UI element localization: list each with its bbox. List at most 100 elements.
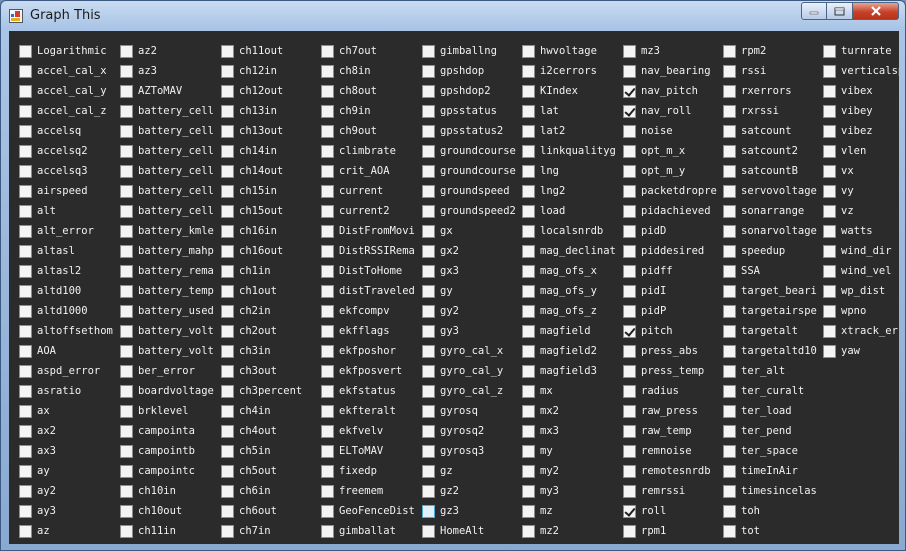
checkbox[interactable] — [823, 124, 836, 138]
field-checkbox-item[interactable]: pidff — [623, 261, 723, 281]
checkbox[interactable] — [120, 144, 133, 158]
field-checkbox-item[interactable]: verticalspe — [823, 61, 899, 81]
field-checkbox-item[interactable]: campointc — [120, 461, 220, 481]
field-checkbox-item[interactable]: battery_kmle — [120, 221, 220, 241]
checkbox[interactable] — [321, 484, 334, 498]
checkbox[interactable] — [623, 324, 636, 338]
field-checkbox-item[interactable]: az2 — [120, 41, 220, 61]
checkbox[interactable] — [522, 364, 535, 378]
field-checkbox-item[interactable]: gx2 — [422, 241, 522, 261]
field-checkbox-item[interactable]: ax3 — [19, 441, 119, 461]
checkbox[interactable] — [522, 404, 535, 418]
checkbox[interactable] — [623, 84, 636, 98]
field-checkbox-item[interactable]: ch7out — [321, 41, 421, 61]
checkbox[interactable] — [321, 104, 334, 118]
checkbox[interactable] — [823, 64, 836, 78]
checkbox[interactable] — [623, 164, 636, 178]
field-checkbox-item[interactable]: ekfvelv — [321, 421, 421, 441]
field-checkbox-item[interactable]: ch1in — [221, 261, 321, 281]
checkbox[interactable] — [422, 244, 435, 258]
checkbox[interactable] — [422, 484, 435, 498]
checkbox[interactable] — [221, 244, 234, 258]
field-checkbox-item[interactable]: Logarithmic — [19, 41, 119, 61]
field-checkbox-item[interactable]: packetdropre — [623, 181, 723, 201]
field-checkbox-item[interactable]: gyrosq — [422, 401, 522, 421]
checkbox[interactable] — [522, 504, 535, 518]
checkbox[interactable] — [19, 104, 32, 118]
checkbox[interactable] — [623, 464, 636, 478]
checkbox[interactable] — [422, 344, 435, 358]
checkbox[interactable] — [120, 64, 133, 78]
checkbox[interactable] — [522, 224, 535, 238]
field-checkbox-item[interactable]: HomeAlt — [422, 521, 522, 541]
field-checkbox-item[interactable]: climbrate — [321, 141, 421, 161]
field-checkbox-item[interactable]: gx — [422, 221, 522, 241]
checkbox[interactable] — [321, 204, 334, 218]
checkbox[interactable] — [522, 204, 535, 218]
checkbox[interactable] — [522, 264, 535, 278]
field-checkbox-item[interactable]: ch16in — [221, 221, 321, 241]
field-checkbox-item[interactable]: press_abs — [623, 341, 723, 361]
field-checkbox-item[interactable]: freemem — [321, 481, 421, 501]
checkbox[interactable] — [723, 44, 736, 58]
checkbox[interactable] — [422, 104, 435, 118]
checkbox[interactable] — [120, 124, 133, 138]
checkbox[interactable] — [522, 84, 535, 98]
checkbox[interactable] — [723, 424, 736, 438]
field-checkbox-item[interactable]: gimballng — [422, 41, 522, 61]
field-checkbox-item[interactable]: gimballat — [321, 521, 421, 541]
field-checkbox-item[interactable]: xtrack_erro — [823, 321, 899, 341]
field-checkbox-item[interactable]: airspeed — [19, 181, 119, 201]
field-checkbox-item[interactable]: gyro_cal_z — [422, 381, 522, 401]
checkbox[interactable] — [19, 424, 32, 438]
checkbox[interactable] — [422, 424, 435, 438]
field-checkbox-item[interactable]: DistToHome — [321, 261, 421, 281]
close-button[interactable] — [853, 2, 899, 20]
field-checkbox-item[interactable]: ch15out — [221, 201, 321, 221]
checkbox[interactable] — [422, 384, 435, 398]
checkbox[interactable] — [120, 84, 133, 98]
field-checkbox-item[interactable]: ch6out — [221, 501, 321, 521]
field-checkbox-item[interactable]: vlen — [823, 141, 899, 161]
field-checkbox-item[interactable]: accelsq2 — [19, 141, 119, 161]
field-checkbox-item[interactable]: mag_ofs_x — [522, 261, 622, 281]
field-checkbox-item[interactable]: hwvoltage — [522, 41, 622, 61]
checkbox[interactable] — [19, 344, 32, 358]
field-checkbox-item[interactable]: battery_cell — [120, 101, 220, 121]
field-checkbox-item[interactable]: ter_alt — [723, 361, 823, 381]
checkbox[interactable] — [19, 444, 32, 458]
field-checkbox-item[interactable]: lat — [522, 101, 622, 121]
checkbox[interactable] — [19, 164, 32, 178]
field-checkbox-item[interactable]: ter_space — [723, 441, 823, 461]
field-checkbox-item[interactable]: altasl2 — [19, 261, 119, 281]
field-checkbox-item[interactable]: gx3 — [422, 261, 522, 281]
field-checkbox-item[interactable]: GeoFenceDist — [321, 501, 421, 521]
checkbox[interactable] — [522, 424, 535, 438]
checkbox[interactable] — [120, 244, 133, 258]
checkbox[interactable] — [221, 164, 234, 178]
checkbox[interactable] — [522, 384, 535, 398]
field-checkbox-item[interactable]: pidP — [623, 301, 723, 321]
field-checkbox-item[interactable]: ax — [19, 401, 119, 421]
field-checkbox-item[interactable]: battery_cell — [120, 201, 220, 221]
field-checkbox-item[interactable]: asratio — [19, 381, 119, 401]
field-checkbox-item[interactable]: mag_ofs_z — [522, 301, 622, 321]
field-checkbox-item[interactable]: altd1000 — [19, 301, 119, 321]
field-checkbox-item[interactable]: campointa — [120, 421, 220, 441]
field-checkbox-item[interactable]: mz3 — [623, 41, 723, 61]
checkbox[interactable] — [522, 244, 535, 258]
checkbox[interactable] — [723, 264, 736, 278]
field-checkbox-item[interactable]: groundspeed — [422, 181, 522, 201]
field-checkbox-item[interactable]: wp_dist — [823, 281, 899, 301]
field-checkbox-item[interactable]: current — [321, 181, 421, 201]
checkbox[interactable] — [422, 184, 435, 198]
checkbox[interactable] — [120, 424, 133, 438]
checkbox[interactable] — [321, 504, 334, 518]
field-checkbox-item[interactable]: pitch — [623, 321, 723, 341]
field-checkbox-item[interactable]: altasl — [19, 241, 119, 261]
checkbox[interactable] — [623, 104, 636, 118]
checkbox[interactable] — [221, 64, 234, 78]
checkbox[interactable] — [321, 444, 334, 458]
checkbox[interactable] — [723, 364, 736, 378]
checkbox[interactable] — [623, 484, 636, 498]
